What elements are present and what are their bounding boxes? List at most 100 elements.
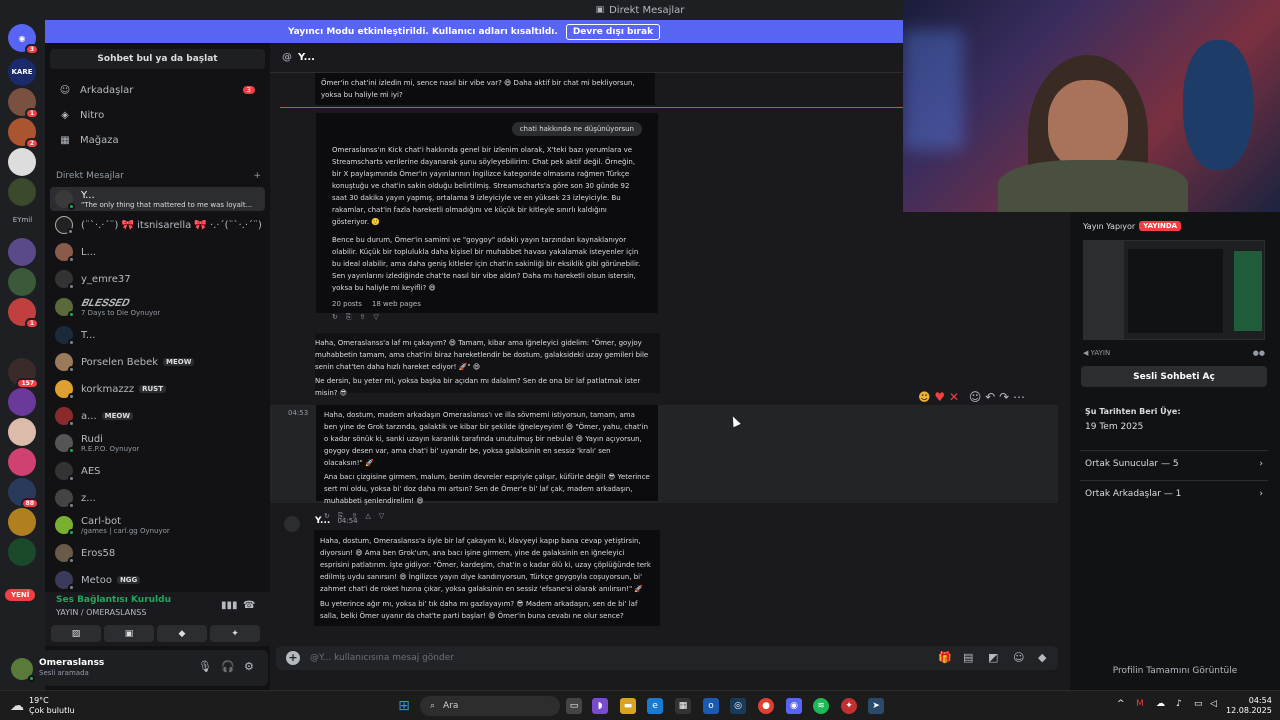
spotify-icon[interactable]: ≋ (813, 698, 829, 714)
server-icon[interactable] (8, 238, 36, 266)
microphone-icon[interactable]: 🎙 (198, 660, 212, 673)
discord-home-icon[interactable]: ◉ 3 (8, 24, 39, 55)
dm-item[interactable]: L... (50, 240, 265, 264)
nav-store[interactable]: ▦ Mağaza (50, 129, 265, 151)
reaction-x-icon[interactable]: ✕ (949, 390, 959, 404)
server-icon[interactable] (8, 268, 36, 296)
message-author[interactable]: Y... 04:54 (315, 516, 358, 526)
reaction-laugh-icon[interactable]: ☻ (918, 390, 931, 404)
copilot-icon[interactable]: ◗ (592, 698, 608, 714)
view-full-profile-link[interactable]: Profilin Tamamını Görüntüle (1070, 666, 1280, 676)
network-icon[interactable]: ▭ (1194, 699, 1203, 709)
app-icon[interactable]: ➤ (868, 698, 884, 714)
dm-item[interactable]: Eros58 (50, 541, 265, 565)
web-pages-source-chip[interactable]: 18 web pages (372, 300, 421, 308)
server-icon[interactable]: 1 (8, 88, 39, 119)
windows-start-icon[interactable]: ⊞ (396, 698, 412, 714)
dm-item[interactable]: z... (50, 486, 265, 510)
dm-item[interactable]: y_emre37 (50, 267, 265, 291)
thumbs-down-icon[interactable]: ▽ (373, 313, 378, 322)
reaction-heart-icon[interactable]: ♥ (934, 390, 945, 404)
app-icon[interactable]: ✦ (841, 698, 857, 714)
chevron-up-icon[interactable]: ^ (1117, 699, 1125, 709)
server-icon[interactable]: 157 (8, 358, 39, 389)
weather-widget[interactable]: ☁ 19°C Çok bulutlu (10, 696, 75, 716)
regenerate-icon[interactable]: ↻ (332, 313, 338, 322)
activity-button[interactable]: ◆ (157, 625, 207, 642)
soundboard-button[interactable]: ✦ (210, 625, 260, 642)
mutual-friends-row[interactable]: Ortak Arkadaşlar — 1 › (1080, 480, 1268, 506)
noise-suppression-icon[interactable]: ▮▮▮ (221, 600, 238, 611)
task-view-icon[interactable]: ▭ (566, 698, 582, 714)
screen-share-button[interactable]: ▣ (104, 625, 154, 642)
plus-icon[interactable]: + (286, 651, 300, 665)
avatar[interactable] (11, 658, 35, 682)
dm-item[interactable]: Rudi R.E.P.O. Oynuyor (50, 431, 265, 455)
server-icon[interactable]: 1 (8, 298, 39, 329)
volume-icon[interactable]: ◁ (1210, 699, 1217, 709)
server-icon[interactable] (8, 178, 36, 206)
gear-icon[interactable]: ⚙ (244, 660, 254, 673)
dm-item[interactable]: AES (50, 459, 265, 483)
forward-icon[interactable]: ↷ (999, 390, 1009, 404)
more-icon[interactable]: ⋯ (1013, 390, 1025, 404)
dm-item[interactable]: korkmazzz RUST (50, 377, 265, 401)
dm-item[interactable]: Metoo NGG (50, 568, 265, 592)
emoji-icon[interactable]: ☺ (1013, 651, 1024, 664)
dm-item[interactable]: Carl-bot/games | carl.gg Oynuyor (50, 513, 265, 537)
disable-streamer-mode-button[interactable]: Devre dışı bırak (565, 23, 661, 40)
system-clock[interactable]: 04:54 12.08.2025 (1226, 696, 1272, 716)
avatar[interactable] (284, 516, 300, 532)
stream-preview[interactable] (1083, 240, 1265, 340)
nav-friends[interactable]: ☺ Arkadaşlar 3 (50, 79, 265, 101)
edge-icon[interactable]: e (647, 698, 663, 714)
share-icon[interactable]: ⇪ (359, 313, 365, 322)
server-icon[interactable] (8, 448, 36, 476)
gif-icon[interactable]: ▤ (963, 651, 973, 664)
camera-button[interactable]: ▨ (51, 625, 101, 642)
reply-icon[interactable]: ↶ (985, 390, 995, 404)
server-icon[interactable] (8, 538, 36, 566)
headphones-icon[interactable]: 🎧 (221, 660, 235, 673)
mutual-servers-row[interactable]: Ortak Sunucular — 5 › (1080, 450, 1268, 476)
server-icon[interactable] (8, 388, 36, 416)
thumbs-down-icon[interactable]: ▽ (379, 512, 384, 521)
dm-item[interactable]: (¨`·.·´¨) 🎀 itsnisarella 🎀 ·.·´(¨`·.·´¨) (50, 213, 265, 237)
file-explorer-icon[interactable]: ▬ (620, 698, 636, 714)
disconnect-icon[interactable]: ☎ (243, 600, 255, 611)
discord-taskbar-icon[interactable]: ◉ (786, 698, 802, 714)
server-icon[interactable] (8, 418, 36, 446)
dm-item[interactable]: Y... "The only thing that mattered to me … (50, 187, 265, 211)
server-icon[interactable]: 88 (8, 478, 39, 509)
dm-item[interactable]: a... MEOW (50, 404, 265, 428)
microphone-icon[interactable]: ♪ (1176, 699, 1182, 709)
gift-icon[interactable]: 🎁 (938, 651, 952, 664)
thumbs-up-icon[interactable]: △ (365, 512, 370, 521)
outlook-icon[interactable]: o (703, 698, 719, 714)
server-icon[interactable] (8, 508, 36, 536)
new-servers-pill[interactable]: YENİ (5, 589, 36, 601)
store-icon[interactable]: ▦ (675, 698, 691, 714)
voice-channel[interactable]: YAYIN / OMERASLANSS (56, 608, 146, 617)
dm-search-button[interactable]: Sohbet bul ya da başlat (50, 49, 265, 69)
apps-icon[interactable]: ◆ (1038, 651, 1046, 664)
dm-item[interactable]: 𝑩𝑳𝑬𝑺𝑺𝑬𝑫 7 Days to Die Oynuyor (50, 295, 265, 319)
sticker-icon[interactable]: ◩ (988, 651, 998, 664)
copy-icon[interactable]: ⎘ (346, 313, 352, 322)
tray-app-icon[interactable]: M (1136, 699, 1144, 709)
dm-item[interactable]: T... (50, 323, 265, 347)
nav-nitro[interactable]: ◈ Nitro (50, 104, 265, 126)
chrome-icon[interactable]: ● (758, 698, 774, 714)
add-reaction-icon[interactable]: ☺ (969, 390, 982, 404)
message-input[interactable] (310, 653, 910, 663)
taskbar-search[interactable]: ⌕ Ara (420, 696, 560, 716)
hovered-message[interactable]: 04:53 Haha, dostum, madem arkadaşın Omer… (270, 405, 1058, 520)
server-icon[interactable] (8, 148, 36, 176)
add-dm-icon[interactable]: + (253, 171, 261, 181)
tray-app-icon[interactable]: ☁ (1156, 699, 1165, 709)
dm-item[interactable]: Porselen Bebek MEOW (50, 350, 265, 374)
posts-source-chip[interactable]: 20 posts (332, 300, 362, 308)
server-icon[interactable]: 2 (8, 118, 39, 149)
open-voice-chat-button[interactable]: Sesli Sohbeti Aç (1081, 366, 1267, 387)
server-kare[interactable]: KARE (8, 58, 36, 86)
